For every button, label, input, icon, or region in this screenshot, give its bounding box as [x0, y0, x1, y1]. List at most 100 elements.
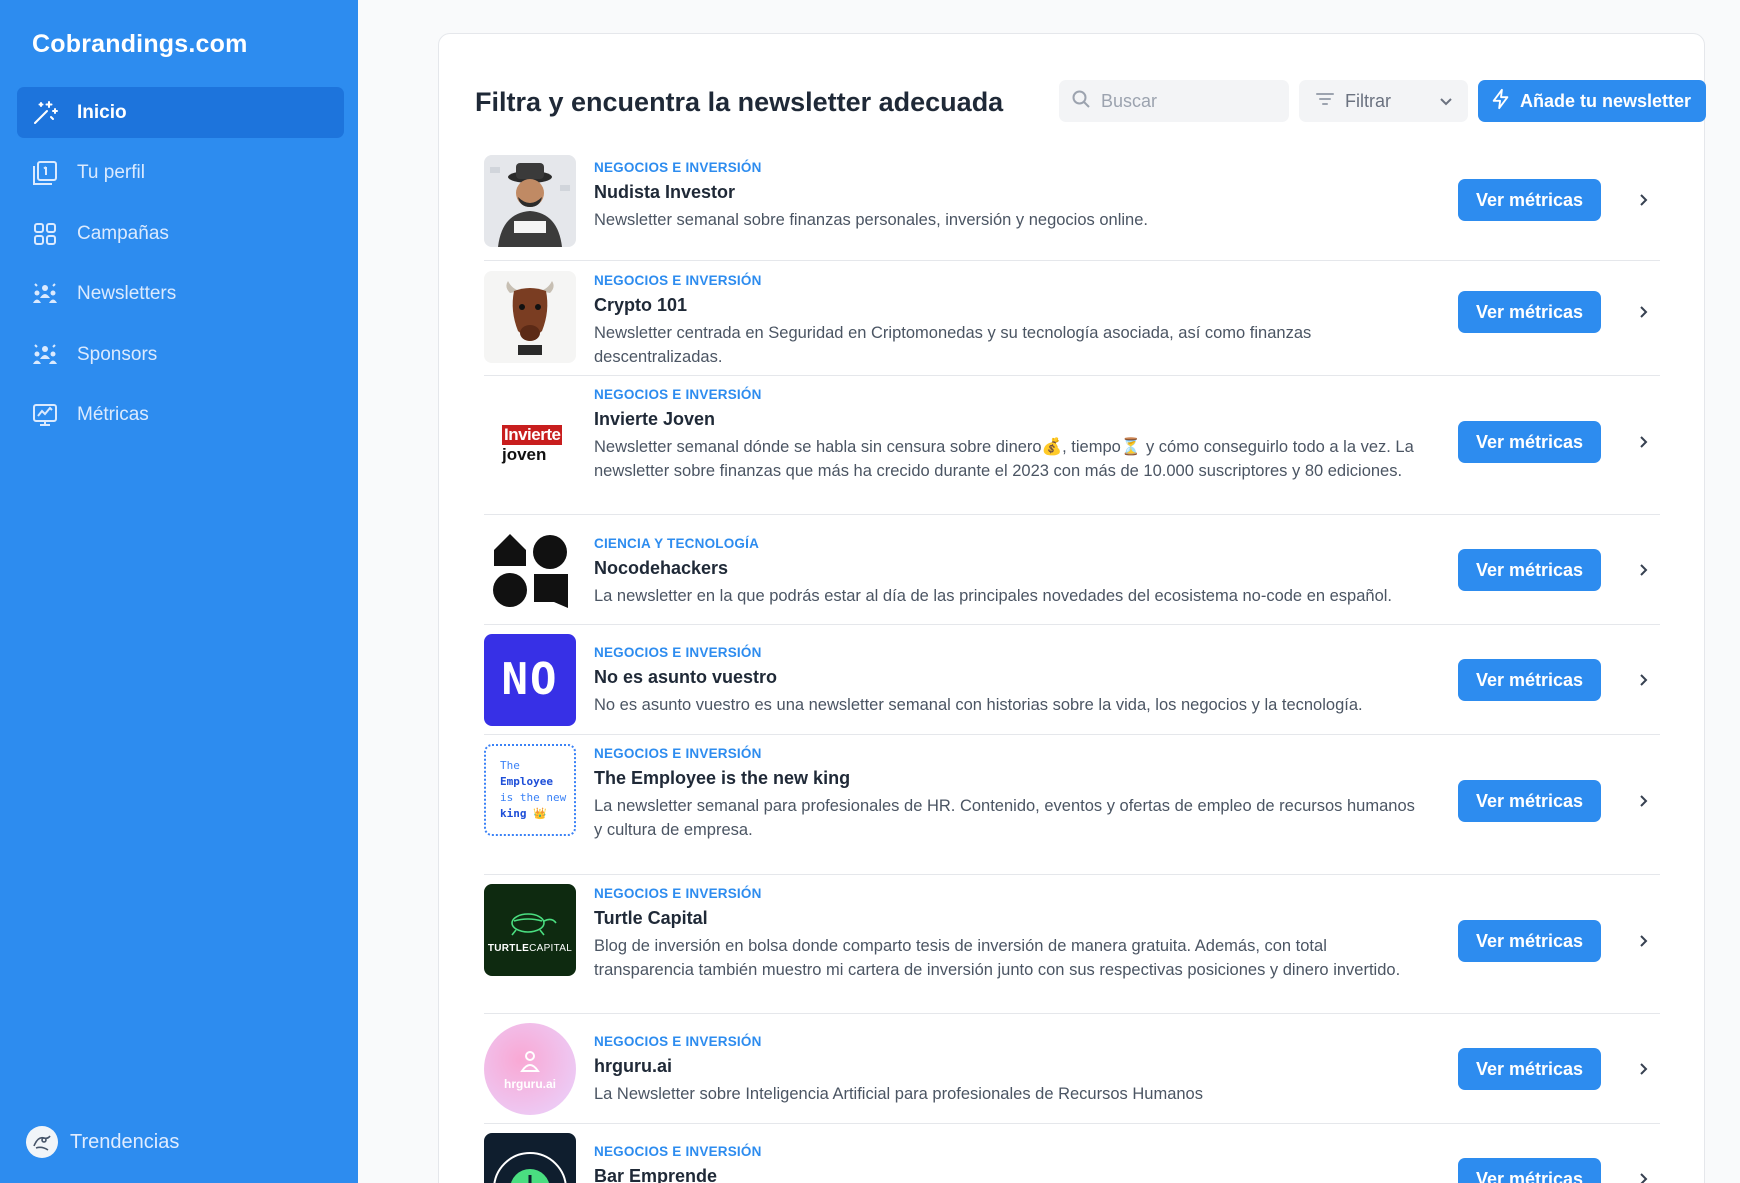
logo-text: Employee — [500, 775, 553, 788]
newsletter-name[interactable]: Bar Emprende — [594, 1166, 1424, 1183]
chevron-right-icon[interactable] — [1635, 793, 1651, 809]
logo-text: hrguru.ai — [503, 1077, 556, 1091]
newsletter-description: La Newsletter sobre Inteligencia Artific… — [594, 1085, 1203, 1103]
sidebar-item-label: Inicio — [77, 101, 127, 123]
add-newsletter-button[interactable]: Añade tu newsletter — [1478, 80, 1706, 122]
chevron-down-icon — [1438, 93, 1454, 114]
newsletter-info: NEGOCIOS E INVERSIÓN The Employee is the… — [594, 746, 1424, 842]
page-title: Filtra y encuentra la newsletter adecuad… — [475, 86, 1004, 117]
category-label: NEGOCIOS E INVERSIÓN — [594, 1034, 762, 1049]
sidebar-item-label: Campañas — [77, 222, 169, 244]
newsletter-info: NEGOCIOS E INVERSIÓN Turtle Capital Blog… — [594, 886, 1424, 982]
newsletter-name[interactable]: The Employee is the new king — [594, 768, 1424, 792]
category-label: NEGOCIOS E INVERSIÓN — [594, 160, 762, 175]
filter-select[interactable]: Filtrar — [1299, 80, 1468, 122]
list-item[interactable]: hrguru.ai NEGOCIOS E INVERSIÓN hrguru.ai… — [484, 1014, 1660, 1124]
chevron-right-icon[interactable] — [1635, 562, 1651, 578]
chevron-right-icon[interactable] — [1635, 304, 1651, 320]
logo-text: is the new — [500, 791, 567, 804]
newsletter-info: NEGOCIOS E INVERSIÓN Invierte Joven News… — [594, 387, 1424, 483]
newsletter-logo: TURTLECAPITAL — [484, 884, 576, 976]
newsletter-logo — [484, 155, 576, 247]
view-metrics-button[interactable]: Ver métricas — [1458, 549, 1601, 591]
newsletter-logo: The Employee is the new king 👑 — [484, 744, 576, 836]
people-group-icon — [31, 280, 59, 308]
chevron-right-icon[interactable] — [1635, 672, 1651, 688]
chevron-right-icon[interactable] — [1635, 1061, 1651, 1077]
profile-card-icon — [31, 159, 59, 187]
sidebar-item-inicio[interactable]: Inicio — [17, 87, 344, 138]
list-item[interactable]: NO NEGOCIOS E INVERSIÓN No es asunto vue… — [484, 625, 1660, 735]
sidebar-item-tu-perfil[interactable]: Tu perfil — [17, 148, 344, 199]
chevron-right-icon[interactable] — [1635, 434, 1651, 450]
list-item[interactable]: The Employee is the new king 👑 NEGOCIOS … — [484, 735, 1660, 875]
sidebar-footer-trendencias[interactable]: Trendencias — [26, 1126, 179, 1158]
view-metrics-button[interactable]: Ver métricas — [1458, 780, 1601, 822]
sidebar-item-label: Tu perfil — [77, 162, 145, 183]
newsletter-logo: hrguru.ai — [484, 1023, 576, 1115]
newsletter-info: CIENCIA Y TECNOLOGÍA Nocodehackers La ne… — [594, 536, 1424, 608]
filter-icon — [1315, 89, 1335, 114]
view-metrics-button[interactable]: Ver métricas — [1458, 421, 1601, 463]
category-label: NEGOCIOS E INVERSIÓN — [594, 886, 762, 901]
trendencias-label: Trendencias — [70, 1130, 180, 1153]
sidebar-item-label: Newsletters — [77, 283, 177, 304]
newsletter-description: Newsletter semanal dónde se habla sin ce… — [594, 438, 1414, 480]
list-item[interactable]: TURTLECAPITAL NEGOCIOS E INVERSIÓN Turtl… — [484, 875, 1660, 1014]
search-input[interactable] — [1101, 90, 1271, 112]
newsletter-logo — [484, 271, 576, 363]
monitor-chart-icon — [31, 401, 59, 429]
newsletter-name[interactable]: Invierte Joven — [594, 409, 1424, 433]
list-item[interactable]: CIENCIA Y TECNOLOGÍA Nocodehackers La ne… — [484, 515, 1660, 625]
logo-text: The — [500, 759, 520, 772]
add-newsletter-label: Añade tu newsletter — [1520, 90, 1692, 111]
newsletter-name[interactable]: Nudista Investor — [594, 182, 1424, 206]
newsletter-description: La newsletter en la que podrás estar al … — [594, 587, 1393, 605]
newsletter-logo — [484, 1133, 576, 1183]
grid-icon — [31, 220, 59, 248]
list-item[interactable]: NEGOCIOS E INVERSIÓN Bar Emprende Ver mé… — [484, 1124, 1660, 1183]
newsletter-logo: NO — [484, 634, 576, 726]
view-metrics-button[interactable]: Ver métricas — [1458, 920, 1601, 962]
list-item[interactable]: Invierte joven NEGOCIOS E INVERSIÓN Invi… — [484, 376, 1660, 515]
newsletter-name[interactable]: No es asunto vuestro — [594, 667, 1424, 691]
list-item[interactable]: NEGOCIOS E INVERSIÓN Nudista Investor Ne… — [484, 149, 1660, 261]
sidebar-item-metricas[interactable]: Métricas — [17, 390, 344, 441]
newsletter-name[interactable]: hrguru.ai — [594, 1056, 1424, 1080]
brand-logo[interactable]: Cobrandings.com — [32, 30, 248, 59]
logo-text: Invierte — [502, 425, 563, 445]
logo-text: TURTLE — [487, 942, 530, 954]
logo-text: NO — [501, 654, 559, 705]
view-metrics-button[interactable]: Ver métricas — [1458, 659, 1601, 701]
category-label: NEGOCIOS E INVERSIÓN — [594, 1144, 762, 1159]
newsletter-info: NEGOCIOS E INVERSIÓN hrguru.ai La Newsle… — [594, 1034, 1424, 1106]
people-group-icon — [31, 341, 59, 369]
newsletter-name[interactable]: Nocodehackers — [594, 558, 1424, 582]
view-metrics-button[interactable]: Ver métricas — [1458, 1158, 1601, 1183]
newsletter-info: NEGOCIOS E INVERSIÓN Nudista Investor Ne… — [594, 160, 1424, 232]
avatar — [26, 1126, 58, 1158]
filter-label: Filtrar — [1345, 90, 1391, 111]
view-metrics-button[interactable]: Ver métricas — [1458, 179, 1601, 221]
newsletter-name[interactable]: Turtle Capital — [594, 908, 1424, 932]
list-item[interactable]: NEGOCIOS E INVERSIÓN Crypto 101 Newslett… — [484, 261, 1660, 376]
chevron-right-icon[interactable] — [1635, 1171, 1651, 1183]
chevron-right-icon[interactable] — [1635, 933, 1651, 949]
view-metrics-button[interactable]: Ver métricas — [1458, 1048, 1601, 1090]
sidebar-item-campanas[interactable]: Campañas — [17, 208, 344, 259]
sidebar-item-label: Métricas — [77, 404, 149, 425]
newsletter-description: La newsletter semanal para profesionales… — [594, 797, 1415, 839]
view-metrics-button[interactable]: Ver métricas — [1458, 291, 1601, 333]
newsletter-description: Newsletter semanal sobre finanzas person… — [594, 211, 1148, 229]
sidebar-item-newsletters[interactable]: Newsletters — [17, 269, 344, 320]
lightning-icon — [1490, 88, 1520, 115]
sidebar-item-label: Sponsors — [77, 343, 158, 365]
category-label: CIENCIA Y TECNOLOGÍA — [594, 536, 760, 551]
newsletter-name[interactable]: Crypto 101 — [594, 295, 1424, 319]
newsletter-info: NEGOCIOS E INVERSIÓN Crypto 101 Newslett… — [594, 273, 1424, 369]
chevron-right-icon[interactable] — [1635, 192, 1651, 208]
category-label: NEGOCIOS E INVERSIÓN — [594, 273, 762, 288]
newsletter-card: Filtra y encuentra la newsletter adecuad… — [438, 33, 1706, 1183]
search-box[interactable] — [1059, 80, 1289, 122]
sidebar-item-sponsors[interactable]: Sponsors — [17, 329, 344, 380]
